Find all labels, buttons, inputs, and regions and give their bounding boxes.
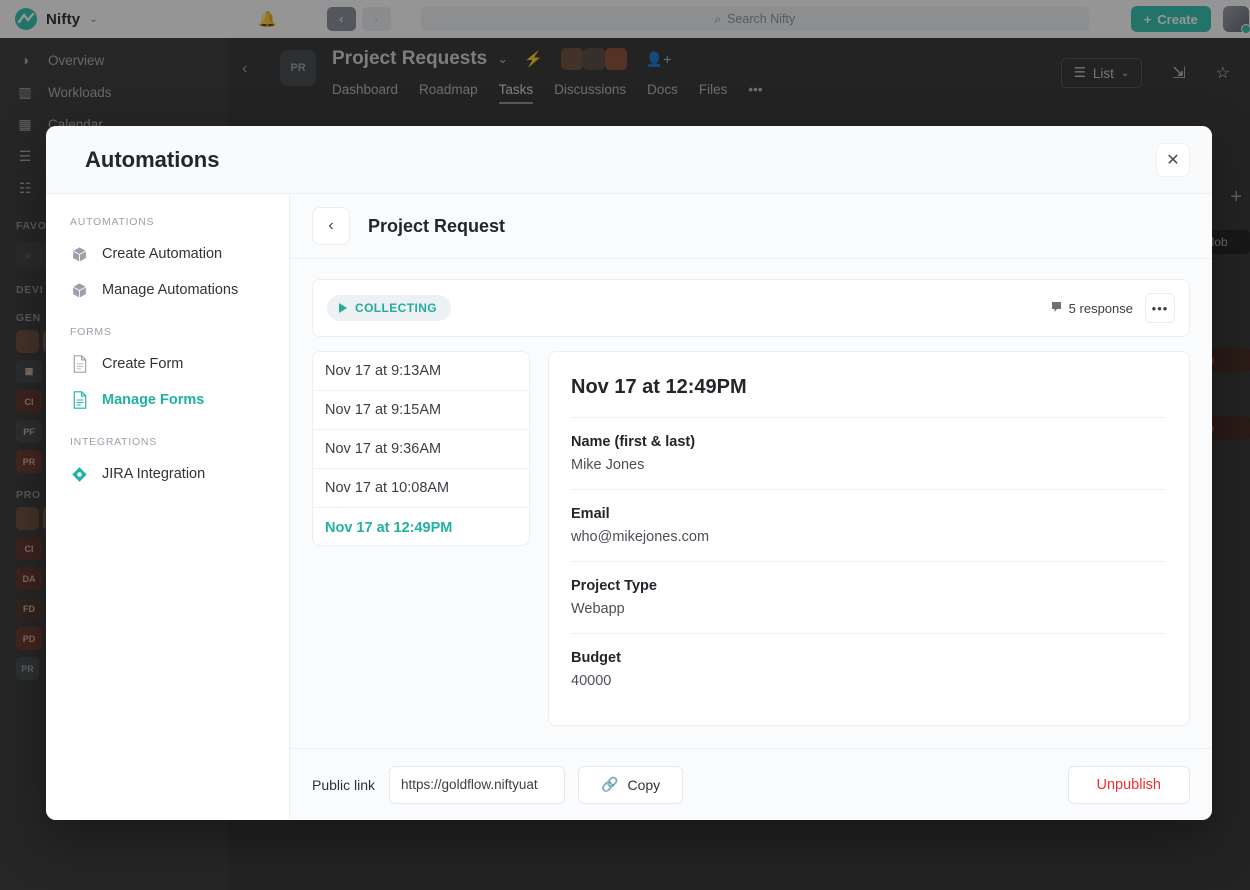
modal-section-integrations-caption: INTEGRATIONS xyxy=(70,436,157,448)
modal-title: Automations xyxy=(85,146,220,172)
detail-field: Email who@mikejones.com xyxy=(571,490,1165,562)
comment-icon xyxy=(1051,301,1062,316)
cube-icon xyxy=(70,245,89,264)
copy-label: Copy xyxy=(627,776,661,793)
response-count-label: 5 response xyxy=(1068,300,1133,316)
response-count: 5 response xyxy=(1051,301,1133,316)
sidebar-item-create-automation[interactable]: Create Automation xyxy=(46,236,289,272)
sidebar-item-label: Create Automation xyxy=(102,246,223,262)
document-icon xyxy=(70,355,89,374)
field-value: Mike Jones xyxy=(571,457,645,473)
sidebar-item-manage-forms[interactable]: Manage Forms xyxy=(46,382,289,418)
status-badge-label: COLLECTING xyxy=(355,301,437,315)
sidebar-item-manage-automations[interactable]: Manage Automations xyxy=(46,272,289,308)
response-detail: Nov 17 at 12:49PM Name (first & last) Mi… xyxy=(548,351,1190,726)
public-link-label: Public link xyxy=(312,776,376,793)
sidebar-item-label: JIRA Integration xyxy=(102,466,206,482)
document-icon xyxy=(70,391,89,410)
field-value: 40000 xyxy=(571,673,612,689)
status-actions: 5 response ••• xyxy=(1051,293,1175,323)
modal-sidebar: AUTOMATIONS Create Automation Manage Aut… xyxy=(46,194,290,820)
detail-field: Project Type Webapp xyxy=(571,562,1165,634)
automations-modal: Automations ✕ AUTOMATIONS Create Automat… xyxy=(46,126,1212,820)
list-item[interactable]: Nov 17 at 9:15AM xyxy=(313,391,529,430)
response-detail-title: Nov 17 at 12:49PM xyxy=(571,376,1165,418)
detail-field: Name (first & last) Mike Jones xyxy=(571,418,1165,490)
detail-field: Budget 40000 xyxy=(571,634,1165,705)
list-item-selected[interactable]: Nov 17 at 12:49PM xyxy=(313,508,529,545)
field-label: Budget xyxy=(571,650,621,666)
sidebar-item-jira-integration[interactable]: JIRA Integration xyxy=(46,456,289,492)
field-label: Name (first & last) xyxy=(571,434,696,450)
field-value: Webapp xyxy=(571,601,625,617)
list-item[interactable]: Nov 17 at 9:36AM xyxy=(313,430,529,469)
response-list: Nov 17 at 9:13AM Nov 17 at 9:15AM Nov 17… xyxy=(312,351,530,546)
form-footer: Public link 🔗 Copy Unpublish xyxy=(290,748,1212,820)
unpublish-button[interactable]: Unpublish xyxy=(1067,765,1190,804)
close-icon[interactable]: ✕ xyxy=(1156,143,1190,177)
responses-panels: Nov 17 at 9:13AM Nov 17 at 9:15AM Nov 17… xyxy=(290,337,1212,748)
link-icon: 🔗 xyxy=(601,776,619,792)
public-link-input[interactable] xyxy=(389,765,566,804)
modal-body: AUTOMATIONS Create Automation Manage Aut… xyxy=(46,194,1212,820)
list-item[interactable]: Nov 17 at 10:08AM xyxy=(313,469,529,508)
list-item[interactable]: Nov 17 at 9:13AM xyxy=(313,352,529,391)
field-label: Project Type xyxy=(571,578,657,594)
field-value: who@mikejones.com xyxy=(571,529,710,545)
copy-button[interactable]: 🔗 Copy xyxy=(578,765,684,804)
sidebar-item-label: Manage Automations xyxy=(102,282,239,298)
modal-header: Automations ✕ xyxy=(46,126,1212,194)
jira-diamond-icon xyxy=(70,465,89,484)
form-options-button[interactable]: ••• xyxy=(1145,293,1175,323)
sidebar-item-label: Manage Forms xyxy=(102,392,205,408)
form-status-card: COLLECTING 5 response ••• xyxy=(312,279,1190,337)
play-icon xyxy=(339,303,347,313)
sidebar-item-create-form[interactable]: Create Form xyxy=(46,346,289,382)
form-title: Project Request xyxy=(368,215,506,236)
status-badge: COLLECTING xyxy=(327,295,451,321)
sidebar-item-label: Create Form xyxy=(102,356,184,372)
cube-icon xyxy=(70,281,89,300)
modal-section-forms-caption: FORMS xyxy=(70,326,112,338)
form-header: ‹ Project Request xyxy=(290,194,1212,259)
modal-section-automations-caption: AUTOMATIONS xyxy=(70,216,155,228)
field-label: Email xyxy=(571,506,610,522)
back-button[interactable]: ‹ xyxy=(312,207,350,245)
screen-root: ◑ Overview ▥ Workloads ▦ Calendar ☰ ☷ FA xyxy=(0,0,1250,890)
modal-main: ‹ Project Request COLLECTING 5 response xyxy=(290,194,1212,820)
